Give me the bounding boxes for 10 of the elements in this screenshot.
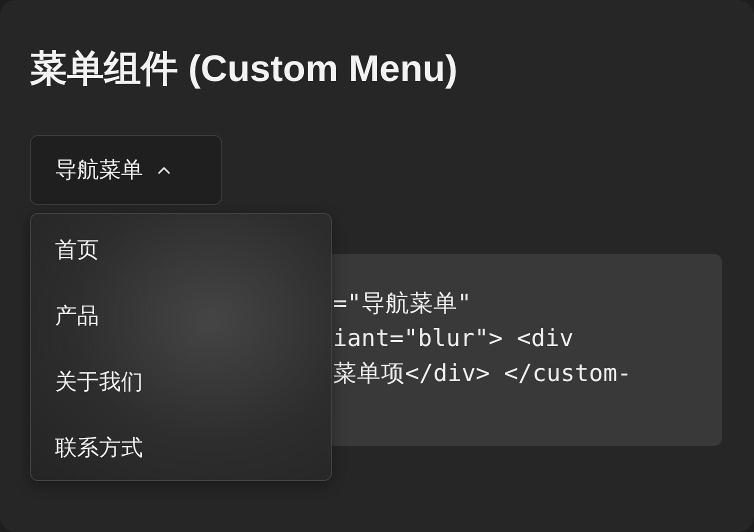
menu-item[interactable]: 关于我们 (55, 362, 143, 404)
menu-item[interactable]: 产品 (55, 296, 99, 338)
page-title: 菜单组件 (Custom Menu) (30, 47, 459, 91)
menu-button[interactable]: 导航菜单 (30, 135, 222, 205)
code-line: iant="blur"> <div (333, 323, 574, 354)
code-line: ="导航菜单" (333, 288, 472, 319)
code-line: 菜单项</div> </custom- (333, 358, 632, 389)
menu-item[interactable]: 联系方式 (55, 428, 143, 470)
chevron-icon (157, 166, 171, 174)
menu-item[interactable]: 首页 (55, 230, 99, 272)
